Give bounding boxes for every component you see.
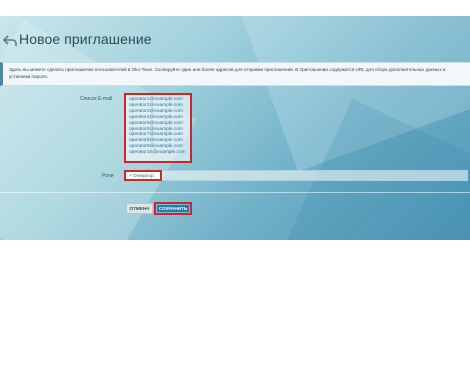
email-line: operator2@example.com [129,102,183,108]
email-line: operator10@example.com [129,150,186,156]
divider [0,192,470,193]
role-tag[interactable]: × Оператор [124,170,162,181]
emails-label: Список E-mail [80,96,113,102]
info-box: Здесь вы можете сделать приглашение поль… [0,62,470,86]
info-text: Здесь вы можете сделать приглашение поль… [9,67,446,79]
page-title: Новое приглашение [19,31,152,47]
role-tag-text: × Оператор [129,173,154,178]
save-button[interactable]: СОХРАНИТЬ [157,205,189,212]
background-panel [0,16,470,240]
email-line: operator3@example.com [129,108,183,114]
back-arrow-icon[interactable] [3,35,17,47]
roles-label: Роли [102,173,114,179]
roles-field[interactable] [124,170,468,181]
cancel-button[interactable]: ОТМЕНА [126,203,153,214]
email-line: operator4@example.com [129,114,183,120]
emails-textarea[interactable]: operator1@example.com operator2@example.… [124,93,192,163]
save-button-highlight[interactable]: СОХРАНИТЬ [154,202,192,215]
email-line: operator5@example.com [129,120,183,126]
